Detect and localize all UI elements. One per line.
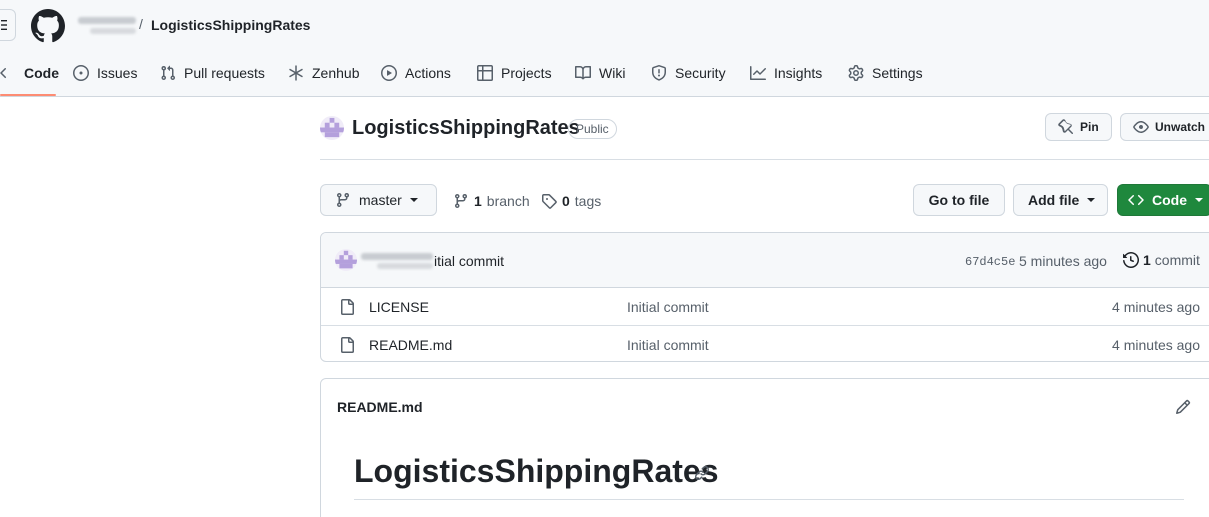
chevron-down-icon	[1087, 198, 1096, 202]
github-mark-icon[interactable]	[31, 9, 65, 43]
repo-owner-avatar[interactable]	[320, 116, 344, 140]
watch-label: Unwatch	[1155, 120, 1206, 134]
identicon-icon	[335, 250, 357, 269]
commit-author-redacted[interactable]	[361, 250, 435, 272]
commit-count: 1	[1143, 252, 1151, 268]
watch-button[interactable]: Unwatch	[1120, 113, 1209, 141]
pin-icon	[1058, 119, 1074, 135]
history-icon	[1123, 252, 1139, 268]
link-icon[interactable]	[694, 465, 710, 481]
git-branch-icon	[336, 193, 349, 208]
file-icon	[341, 337, 354, 353]
branches-link[interactable]: 1 branch	[453, 192, 530, 210]
git-pull-request-icon	[161, 65, 176, 81]
code-icon	[1128, 194, 1144, 206]
tab-label: Code	[24, 65, 59, 81]
readme-panel: README.md LogisticsShippingRates	[320, 378, 1209, 517]
commit-count-label: commit	[1154, 252, 1200, 268]
issue-opened-icon	[73, 65, 89, 81]
tag-icon	[542, 194, 557, 209]
breadcrumb-separator: /	[139, 16, 143, 32]
tab-label: Insights	[774, 65, 823, 81]
tab-insights[interactable]: Insights	[750, 62, 822, 84]
go-to-file-button[interactable]: Go to file	[913, 184, 1005, 216]
file-name[interactable]: LICENSE	[369, 299, 429, 315]
commit-sha[interactable]: 67d4c5e	[965, 255, 1015, 269]
repo-title[interactable]: LogisticsShippingRates	[352, 117, 580, 140]
git-branch-icon	[454, 194, 467, 209]
commit-author-avatar[interactable]	[335, 249, 357, 271]
file-row[interactable]: LICENSE Initial commit 4 minutes ago	[321, 288, 1209, 325]
tab-wiki[interactable]: Wiki	[575, 62, 625, 84]
readme-heading: LogisticsShippingRates	[354, 453, 719, 489]
play-icon	[381, 65, 397, 81]
add-file-button[interactable]: Add file	[1013, 184, 1108, 216]
file-commit-time: 4 minutes ago	[1112, 337, 1200, 353]
repo-nav: Code Issues Pull requests Zenhub Actions…	[0, 50, 1209, 97]
gear-icon	[848, 65, 864, 81]
menu-button[interactable]	[0, 9, 16, 41]
pencil-icon[interactable]	[1175, 399, 1191, 415]
branch-name: master	[359, 192, 402, 208]
tag-label: tags	[574, 193, 602, 209]
branch-select-button[interactable]: master	[320, 184, 437, 216]
identicon-icon	[320, 117, 344, 138]
code-icon	[0, 68, 7, 79]
tab-label: Issues	[97, 65, 138, 81]
tag-count: 0	[562, 193, 570, 209]
owner-name-redacted[interactable]	[76, 15, 140, 37]
tab-issues[interactable]: Issues	[73, 62, 137, 84]
tab-projects[interactable]: Projects	[477, 62, 552, 84]
file-row[interactable]: README.md Initial commit 4 minutes ago	[321, 325, 1209, 361]
file-commit-message[interactable]: Initial commit	[627, 337, 709, 353]
code-button-label: Code	[1152, 192, 1187, 208]
commit-time[interactable]: 5 minutes ago	[1019, 253, 1107, 269]
visibility-badge: Public	[568, 119, 617, 139]
readme-filename[interactable]: README.md	[337, 399, 423, 415]
file-icon	[341, 299, 354, 315]
tab-label: Actions	[405, 65, 451, 81]
tab-pull-requests[interactable]: Pull requests	[160, 62, 265, 84]
selected-tab-underline	[0, 94, 56, 96]
go-to-file-label: Go to file	[928, 192, 990, 208]
code-dropdown-button[interactable]: Code	[1117, 184, 1209, 216]
branch-count: 1	[474, 193, 482, 209]
chevron-down-icon	[1195, 198, 1203, 202]
tab-label: Zenhub	[312, 65, 360, 81]
tab-label: Wiki	[599, 65, 626, 81]
top-header: / LogisticsShippingRates	[0, 0, 1209, 50]
commit-message[interactable]: itial commit	[434, 253, 504, 269]
tab-actions[interactable]: Actions	[381, 62, 451, 84]
chevron-down-icon	[409, 198, 418, 202]
tab-label: Settings	[872, 65, 923, 81]
zenhub-icon	[289, 65, 303, 81]
heading-divider	[354, 499, 1184, 500]
tab-zenhub[interactable]: Zenhub	[288, 62, 359, 84]
tab-label: Security	[675, 65, 726, 81]
pin-label: Pin	[1080, 120, 1099, 134]
latest-commit-row: itial commit 67d4c5e 5 minutes ago 1 com…	[321, 233, 1209, 288]
graph-icon	[750, 66, 766, 80]
tab-label: Projects	[501, 65, 552, 81]
branch-label: branch	[486, 193, 530, 209]
tab-settings[interactable]: Settings	[848, 62, 923, 84]
book-icon	[575, 65, 591, 80]
commit-history-link[interactable]: 1 commit	[1123, 252, 1200, 268]
breadcrumb-repo-link[interactable]: LogisticsShippingRates	[151, 17, 310, 33]
tab-code[interactable]: Code	[0, 62, 59, 84]
tab-label: Pull requests	[184, 65, 265, 81]
file-commit-message[interactable]: Initial commit	[627, 299, 709, 315]
file-name[interactable]: README.md	[369, 337, 452, 353]
hamburger-icon	[1, 20, 7, 30]
eye-icon	[1133, 121, 1149, 133]
table-icon	[477, 65, 493, 81]
shield-icon	[652, 65, 666, 81]
pin-button[interactable]: Pin	[1045, 113, 1112, 141]
tab-security[interactable]: Security	[651, 62, 726, 84]
file-table: itial commit 67d4c5e 5 minutes ago 1 com…	[320, 232, 1209, 362]
tags-link[interactable]: 0 tags	[541, 192, 601, 210]
add-file-label: Add file	[1028, 192, 1080, 208]
file-commit-time: 4 minutes ago	[1112, 299, 1200, 315]
title-divider	[320, 159, 1209, 160]
